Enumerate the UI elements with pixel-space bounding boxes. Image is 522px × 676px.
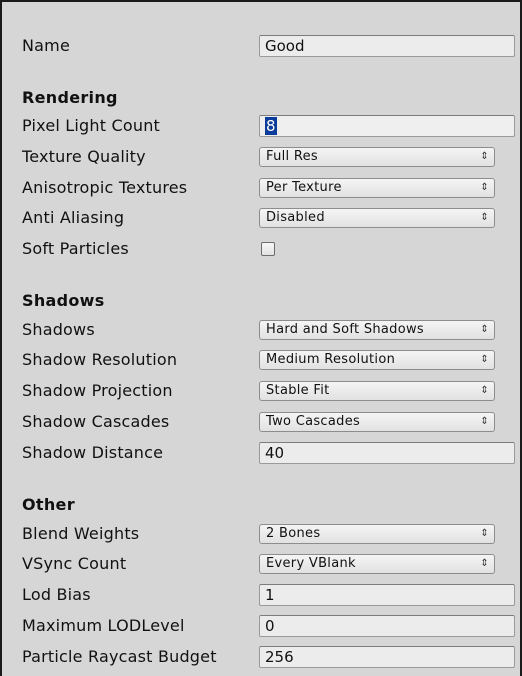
shadow-cascades-dropdown[interactable]: Two Cascades ⇕ bbox=[259, 412, 495, 432]
name-field[interactable]: Good bbox=[259, 35, 515, 57]
pixel-light-count-selected-text: 8 bbox=[265, 117, 277, 135]
shadow-resolution-label: Shadow Resolution bbox=[22, 350, 178, 369]
particle-raycast-budget-field[interactable]: 256 bbox=[259, 646, 515, 668]
other-section-header: Other bbox=[22, 495, 75, 514]
updown-arrow-icon: ⇕ bbox=[480, 212, 489, 223]
texture-quality-dropdown[interactable]: Full Res ⇕ bbox=[259, 147, 495, 167]
vsync-count-value: Every VBlank bbox=[266, 556, 356, 571]
shadow-projection-row: Shadow Projection Stable Fit ⇕ bbox=[2, 376, 522, 406]
particle-raycast-budget-row: Particle Raycast Budget 256 bbox=[2, 642, 522, 672]
updown-arrow-icon: ⇕ bbox=[480, 558, 489, 569]
name-row: Name Good bbox=[2, 31, 522, 61]
blend-weights-value: 2 Bones bbox=[266, 526, 321, 541]
shadow-projection-label: Shadow Projection bbox=[22, 381, 173, 400]
shadow-cascades-value: Two Cascades bbox=[266, 414, 361, 429]
updown-arrow-icon: ⇕ bbox=[480, 151, 489, 162]
updown-arrow-icon: ⇕ bbox=[480, 182, 489, 193]
shadows-value: Hard and Soft Shadows bbox=[266, 322, 424, 337]
blend-weights-dropdown[interactable]: 2 Bones ⇕ bbox=[259, 524, 495, 544]
lod-bias-field[interactable]: 1 bbox=[259, 584, 515, 606]
shadow-cascades-label: Shadow Cascades bbox=[22, 412, 170, 431]
quality-settings-panel: Name Good Rendering Pixel Light Count 8 … bbox=[0, 0, 522, 676]
texture-quality-label: Texture Quality bbox=[22, 147, 146, 166]
particle-raycast-budget-label: Particle Raycast Budget bbox=[22, 647, 217, 666]
shadow-distance-label: Shadow Distance bbox=[22, 443, 164, 462]
lod-bias-label: Lod Bias bbox=[22, 585, 91, 604]
maximum-lod-level-row: Maximum LODLevel 0 bbox=[2, 611, 522, 641]
anti-aliasing-row: Anti Aliasing Disabled ⇕ bbox=[2, 203, 522, 233]
shadows-section-header: Shadows bbox=[22, 291, 105, 310]
anisotropic-textures-row: Anisotropic Textures Per Texture ⇕ bbox=[2, 173, 522, 203]
lod-bias-row: Lod Bias 1 bbox=[2, 580, 522, 610]
rendering-section-header: Rendering bbox=[22, 88, 118, 107]
shadow-resolution-value: Medium Resolution bbox=[266, 352, 396, 367]
updown-arrow-icon: ⇕ bbox=[480, 354, 489, 365]
shadow-projection-dropdown[interactable]: Stable Fit ⇕ bbox=[259, 381, 495, 401]
shadow-resolution-dropdown[interactable]: Medium Resolution ⇕ bbox=[259, 350, 495, 370]
anti-aliasing-dropdown[interactable]: Disabled ⇕ bbox=[259, 208, 495, 228]
blend-weights-row: Blend Weights 2 Bones ⇕ bbox=[2, 519, 522, 549]
anti-aliasing-label: Anti Aliasing bbox=[22, 208, 125, 227]
vsync-count-row: VSync Count Every VBlank ⇕ bbox=[2, 549, 522, 579]
shadow-distance-field[interactable]: 40 bbox=[259, 442, 515, 464]
shadows-row: Shadows Hard and Soft Shadows ⇕ bbox=[2, 315, 522, 345]
pixel-light-count-field[interactable]: 8 bbox=[259, 115, 515, 137]
name-label: Name bbox=[22, 36, 71, 55]
updown-arrow-icon: ⇕ bbox=[480, 528, 489, 539]
updown-arrow-icon: ⇕ bbox=[480, 416, 489, 427]
shadows-label: Shadows bbox=[22, 320, 95, 339]
pixel-light-count-label: Pixel Light Count bbox=[22, 116, 161, 135]
anisotropic-textures-label: Anisotropic Textures bbox=[22, 178, 188, 197]
texture-quality-value: Full Res bbox=[266, 149, 318, 164]
maximum-lod-level-field[interactable]: 0 bbox=[259, 615, 515, 637]
pixel-light-count-row: Pixel Light Count 8 bbox=[2, 111, 522, 141]
shadow-projection-value: Stable Fit bbox=[266, 383, 330, 398]
soft-particles-label: Soft Particles bbox=[22, 239, 129, 258]
updown-arrow-icon: ⇕ bbox=[480, 385, 489, 396]
shadow-resolution-row: Shadow Resolution Medium Resolution ⇕ bbox=[2, 345, 522, 375]
maximum-lod-level-label: Maximum LODLevel bbox=[22, 616, 185, 635]
blend-weights-label: Blend Weights bbox=[22, 524, 140, 543]
anisotropic-textures-dropdown[interactable]: Per Texture ⇕ bbox=[259, 178, 495, 198]
anisotropic-textures-value: Per Texture bbox=[266, 180, 342, 195]
soft-particles-row: Soft Particles bbox=[2, 234, 522, 264]
shadow-distance-row: Shadow Distance 40 bbox=[2, 438, 522, 468]
shadow-cascades-row: Shadow Cascades Two Cascades ⇕ bbox=[2, 407, 522, 437]
vsync-count-label: VSync Count bbox=[22, 554, 127, 573]
texture-quality-row: Texture Quality Full Res ⇕ bbox=[2, 142, 522, 172]
anti-aliasing-value: Disabled bbox=[266, 210, 325, 225]
shadows-dropdown[interactable]: Hard and Soft Shadows ⇕ bbox=[259, 320, 495, 340]
updown-arrow-icon: ⇕ bbox=[480, 324, 489, 335]
vsync-count-dropdown[interactable]: Every VBlank ⇕ bbox=[259, 554, 495, 574]
soft-particles-checkbox[interactable] bbox=[261, 242, 275, 256]
